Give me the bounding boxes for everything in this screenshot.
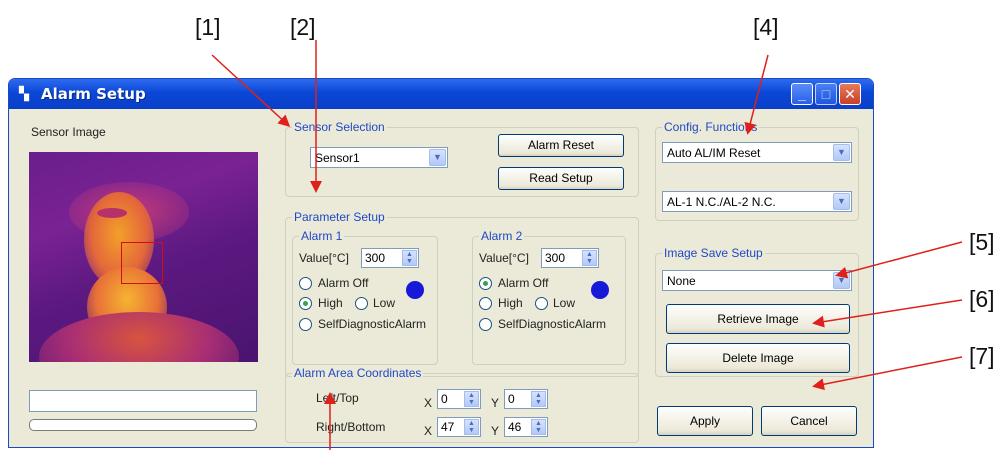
callout-arrow-5 <box>835 241 963 279</box>
callout-arrows <box>211 40 963 450</box>
callout-arrow-4 <box>744 54 769 135</box>
callout-arrow-7 <box>812 356 963 391</box>
callout-arrow-6 <box>812 299 963 328</box>
callout-arrow-1 <box>211 54 291 128</box>
